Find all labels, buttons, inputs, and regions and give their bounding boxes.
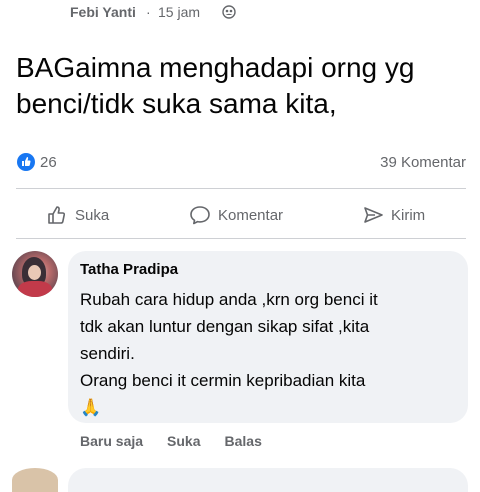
comment-timestamp[interactable]: Baru saja	[80, 433, 143, 449]
post-timestamp[interactable]: 15 jam	[158, 4, 200, 20]
comment-body: Rubah cara hidup anda ,krn org benci it …	[80, 290, 378, 390]
send-icon	[364, 207, 383, 223]
share-button[interactable]: Kirim	[362, 200, 425, 230]
post-author-name[interactable]: Febi Yanti	[70, 4, 136, 20]
avatar-clothing	[18, 281, 52, 297]
divider-top	[16, 188, 466, 189]
speech-bubble-icon	[190, 206, 210, 225]
comment-count[interactable]: 39 Komentar	[380, 154, 466, 171]
post-header: Febi Yanti · 15 jam	[0, 0, 480, 26]
friends-icon	[222, 5, 236, 19]
comment-label: Komentar	[218, 206, 284, 224]
comment-reply-link[interactable]: Balas	[225, 433, 262, 449]
comment-bubble: Tatha Pradipa Rubah cara hidup anda ,krn…	[68, 251, 468, 423]
comment-actions: Baru saja Suka Balas	[80, 433, 262, 449]
like-reaction-icon[interactable]	[17, 153, 35, 171]
like-button[interactable]: Suka	[46, 200, 109, 230]
like-label: Suka	[75, 206, 110, 224]
post-text: BAGaimna menghadapi orng yg benci/tidk s…	[16, 52, 415, 119]
share-label: Kirim	[391, 206, 426, 224]
thumbs-up-icon	[48, 206, 66, 224]
comment-like-link[interactable]: Suka	[167, 433, 200, 449]
avatar-face	[28, 265, 41, 280]
meta-separator: ·	[146, 4, 151, 20]
next-commenter-avatar[interactable]	[12, 468, 58, 492]
commenter-name[interactable]: Tatha Pradipa	[80, 261, 178, 278]
reaction-count[interactable]: 26	[40, 154, 57, 171]
pray-emoji: 🙏	[80, 398, 102, 418]
divider-bottom	[16, 238, 466, 239]
comment-text: Rubah cara hidup anda ,krn org benci it …	[80, 286, 460, 422]
comment-button[interactable]: Komentar	[189, 200, 283, 230]
next-comment-bubble	[68, 468, 468, 492]
commenter-avatar[interactable]	[12, 251, 58, 297]
